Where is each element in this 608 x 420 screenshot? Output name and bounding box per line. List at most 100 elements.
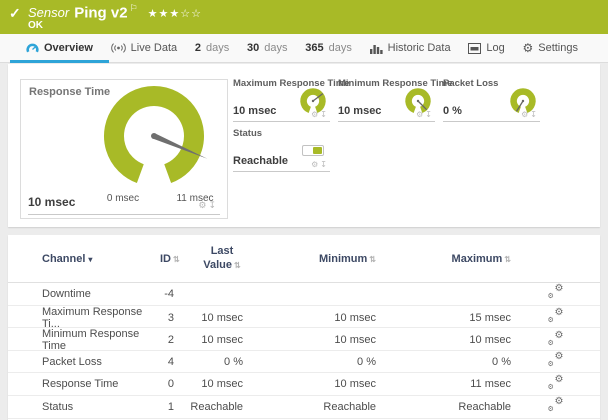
overview-panel: Response Time 0 msec 11 msec 10 msec ⚙↧ … xyxy=(8,64,600,227)
tab-historic-data[interactable]: Historic Data xyxy=(366,34,455,63)
packet-loss-value: 0 % xyxy=(443,105,462,117)
stars-filled[interactable]: ★★★ xyxy=(148,8,181,20)
channel-settings-icon[interactable]: ⚙ ⚙ xyxy=(548,283,564,300)
tab-live-data[interactable]: Live Data xyxy=(107,34,181,63)
pin-icon[interactable]: ↧ xyxy=(320,110,329,119)
sort-icon: ⇅ xyxy=(369,254,376,264)
sort-icon: ⇅ xyxy=(234,260,241,270)
table-row-response-time[interactable]: Response Time 0 10 msec 10 msec 11 msec … xyxy=(8,373,600,396)
table-row-maximum-response-time[interactable]: Maximum Response Ti... 3 10 msec 10 msec… xyxy=(8,306,600,330)
pin-icon[interactable]: ↧ xyxy=(320,160,329,169)
sort-icon: ⇅ xyxy=(504,254,511,264)
gear-icon[interactable]: ⚙ xyxy=(198,200,208,210)
bar-chart-icon xyxy=(369,44,383,54)
channel-settings-icon[interactable]: ⚙ ⚙ xyxy=(548,374,564,391)
minimum-response-time-panel: Minimum Response Time 10 msec ⚙↧ xyxy=(338,78,452,122)
tab-30-days-number: 30 xyxy=(247,42,260,54)
tab-365-days-label: days xyxy=(328,42,352,54)
table-row-minimum-response-time[interactable]: Minimum Response Time 2 10 msec 10 msec … xyxy=(8,328,600,352)
pin-icon[interactable]: ↧ xyxy=(425,110,434,119)
cell-maximum: 11 msec xyxy=(470,378,511,391)
cell-minimum: 10 msec xyxy=(334,378,376,391)
tab-30-days[interactable]: 30 days xyxy=(243,34,292,63)
response-time-value: 10 msec xyxy=(28,195,76,209)
gear-icon[interactable]: ⚙ xyxy=(521,110,530,119)
tab-log[interactable]: Log xyxy=(464,34,508,63)
cell-id: 4 xyxy=(167,355,174,368)
tab-settings-label: Settings xyxy=(538,42,578,54)
minimum-response-time-title: Minimum Response Time xyxy=(338,78,453,89)
flag-icon[interactable]: ⚐ xyxy=(130,3,138,13)
status-toggle-knob xyxy=(313,147,322,154)
cell-last-value: 10 msec xyxy=(201,334,243,347)
response-time-gauge xyxy=(104,86,208,183)
priority-stars[interactable]: ★★★☆☆ xyxy=(148,8,202,20)
tab-2-days-number: 2 xyxy=(194,42,202,54)
cell-minimum: 10 msec xyxy=(334,311,376,324)
broadcast-icon xyxy=(110,43,126,53)
cell-last-value: 10 msec xyxy=(201,311,243,324)
tab-365-days[interactable]: 365 days xyxy=(301,34,356,63)
column-header-id[interactable]: ID ⇅ xyxy=(160,253,180,265)
status-title: Status xyxy=(233,128,263,139)
cell-last-value: Reachable xyxy=(190,400,243,413)
table-row-packet-loss[interactable]: Packet Loss 4 0 % 0 % 0 % ⚙ ⚙ xyxy=(8,351,600,374)
cell-channel[interactable]: Minimum Response Time xyxy=(42,328,160,352)
column-header-channel[interactable]: Channel ▾ xyxy=(42,253,160,265)
cell-channel[interactable]: Response Time xyxy=(42,378,160,390)
cell-maximum: 0 % xyxy=(492,355,511,368)
status-toggle-indicator xyxy=(302,145,324,156)
cell-maximum: Reachable xyxy=(458,400,511,413)
cell-minimum: Reachable xyxy=(323,400,376,413)
sensor-header: ✓ Sensor Ping v2 ⚐ ★★★☆☆ OK xyxy=(0,0,608,34)
cell-id: 0 xyxy=(167,378,174,391)
log-icon xyxy=(468,42,482,54)
stars-empty[interactable]: ☆☆ xyxy=(180,8,202,20)
channel-settings-icon[interactable]: ⚙ ⚙ xyxy=(548,330,564,347)
tab-live-data-label: Live Data xyxy=(130,42,178,54)
channel-settings-icon[interactable]: ⚙ ⚙ xyxy=(548,396,564,413)
cell-id: 1 xyxy=(167,400,174,413)
channel-table: Channel ▾ ID ⇅ Last Value ⇅ Minimum ⇅ Maximu… xyxy=(8,235,600,420)
prtg-sensor-page: ✓ Sensor Ping v2 ⚐ ★★★☆☆ OK Overview Live D… xyxy=(0,0,608,420)
status-panel: Status Reachable ⚙↧ xyxy=(233,128,330,172)
cell-last-value: 0 % xyxy=(224,355,243,368)
table-row-status[interactable]: Status 1 Reachable Reachable Reachable ⚙… xyxy=(8,396,600,419)
cell-channel[interactable]: Status xyxy=(42,401,160,413)
maximum-response-time-value: 10 msec xyxy=(233,105,277,117)
gear-icon[interactable]: ⚙ xyxy=(311,160,320,169)
table-row-downtime[interactable]: Downtime -4 ⚙ ⚙ xyxy=(8,283,600,306)
channel-settings-icon[interactable]: ⚙ ⚙ xyxy=(548,351,564,368)
tab-bar: Overview Live Data 2 days 30 days 365 da… xyxy=(0,34,608,63)
tab-overview[interactable]: Overview xyxy=(10,34,109,63)
tab-settings[interactable]: ⚙ Settings xyxy=(518,34,582,63)
cell-minimum: 0 % xyxy=(357,355,376,368)
cell-channel[interactable]: Maximum Response Ti... xyxy=(42,306,160,330)
minimum-response-time-value: 10 msec xyxy=(338,105,382,117)
column-header-maximum[interactable]: Maximum ⇅ xyxy=(378,253,513,265)
maximum-response-time-panel: Maximum Response Time 10 msec ⚙↧ xyxy=(233,78,350,122)
response-time-gauge-panel: Response Time 0 msec 11 msec 10 msec ⚙↧ xyxy=(20,79,228,219)
column-header-minimum[interactable]: Minimum ⇅ xyxy=(245,253,378,265)
pin-icon[interactable]: ↧ xyxy=(530,110,539,119)
cell-id: 2 xyxy=(167,334,174,347)
gear-icon[interactable]: ⚙ xyxy=(416,110,425,119)
column-header-last-value[interactable]: Last Value ⇅ xyxy=(176,245,245,271)
cell-maximum: 10 msec xyxy=(469,334,511,347)
pin-icon[interactable]: ↧ xyxy=(208,200,218,210)
cell-channel[interactable]: Downtime xyxy=(42,288,160,300)
status-value: Reachable xyxy=(233,155,289,167)
channel-table-header: Channel ▾ ID ⇅ Last Value ⇅ Minimum ⇅ Maximu… xyxy=(8,235,600,283)
cell-id: 3 xyxy=(167,311,174,324)
gear-icon: ⚙ xyxy=(522,41,534,55)
cell-channel[interactable]: Packet Loss xyxy=(42,356,160,368)
cell-last-value: 10 msec xyxy=(201,378,243,391)
tab-historic-data-label: Historic Data xyxy=(387,42,451,54)
gear-icon[interactable]: ⚙ xyxy=(311,110,320,119)
cell-maximum: 15 msec xyxy=(469,311,511,324)
packet-loss-title: Packet Loss xyxy=(443,78,499,89)
sensor-kind-label: Sensor xyxy=(28,5,70,21)
cell-id: -4 xyxy=(164,287,174,300)
channel-settings-icon[interactable]: ⚙ ⚙ xyxy=(548,307,564,324)
tab-2-days[interactable]: 2 days xyxy=(191,34,233,63)
